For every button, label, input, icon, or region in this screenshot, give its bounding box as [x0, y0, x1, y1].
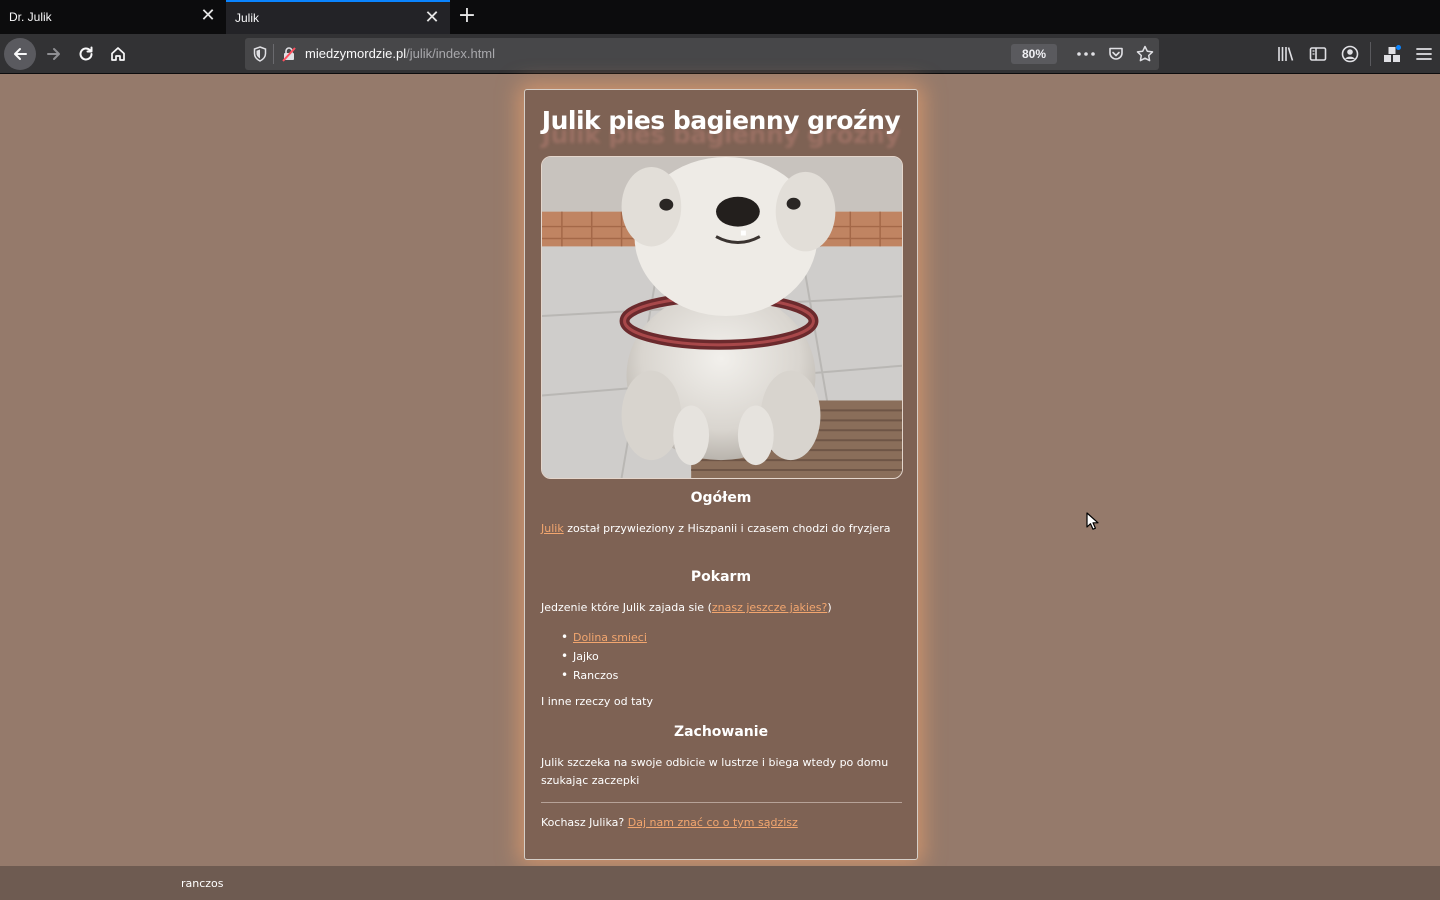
feedback-link[interactable]: Daj nam znać co o tym sądzisz [628, 816, 798, 829]
tab-julik[interactable]: Julik ✕ [226, 0, 450, 34]
library-icon[interactable] [1276, 44, 1296, 64]
address-bar[interactable]: miedzymordzie.pl/julik/index.html 80% [245, 38, 1159, 70]
url-text[interactable]: miedzymordzie.pl/julik/index.html [305, 46, 495, 61]
page-viewport: Julik pies bagienny groźny Ogółem Julik … [0, 75, 1440, 900]
food-outro: I inne rzeczy od taty [541, 695, 653, 708]
food-link-dolina[interactable]: Dolina smieci [573, 631, 647, 644]
close-icon[interactable]: ✕ [424, 9, 440, 27]
status-bar: ranczos [0, 866, 1440, 900]
suggest-food-link[interactable]: znasz jeszcze jakies? [712, 601, 827, 614]
back-button[interactable] [4, 38, 36, 70]
navigation-toolbar: miedzymordzie.pl/julik/index.html 80% [0, 34, 1440, 74]
general-text: został przywieziony z Hiszpanii i czasem… [563, 522, 891, 535]
new-tab-plus-icon[interactable]: + [456, 5, 478, 27]
bookmark-star-icon[interactable] [1135, 44, 1155, 64]
tab-dr-julik[interactable]: Dr. Julik ✕ [0, 0, 226, 34]
list-item[interactable]: Dolina smieci [561, 628, 881, 647]
shield-icon[interactable] [251, 45, 269, 63]
section-heading-general: Ogółem [690, 490, 752, 506]
tab-title: Dr. Julik [9, 10, 52, 24]
list-item: Jajko [561, 647, 881, 666]
tab-strip: Dr. Julik ✕ Julik ✕ + [0, 0, 1440, 34]
reload-button[interactable] [70, 38, 102, 70]
url-domain: miedzymordzie.pl [305, 46, 407, 61]
content-card: Julik pies bagienny groźny Ogółem Julik … [524, 89, 918, 860]
food-item-label: Ranczos [573, 669, 619, 682]
pocket-icon[interactable] [1107, 45, 1125, 63]
list-item: Ranczos [561, 666, 881, 685]
close-icon[interactable]: ✕ [200, 7, 216, 25]
general-paragraph: Julik został przywieziony z Hiszpanii i … [541, 520, 891, 538]
mouse-cursor-icon [1086, 512, 1099, 530]
food-item-label: Jajko [573, 650, 599, 663]
dog-photo [541, 156, 903, 479]
account-icon[interactable] [1340, 44, 1360, 64]
food-intro-text: Jedzenie które Julik zajada sie ( [541, 601, 712, 614]
tab-title: Julik [235, 11, 260, 25]
url-path: /julik/index.html [406, 46, 496, 61]
reload-icon [79, 46, 93, 61]
home-button[interactable] [102, 38, 134, 70]
section-heading-behavior: Zachowanie [673, 724, 769, 740]
horizontal-rule [541, 802, 902, 803]
page-actions-icon[interactable] [1075, 45, 1097, 63]
divider [1370, 42, 1371, 66]
feedback-text: Kochasz Julika? [541, 816, 628, 829]
forward-button[interactable] [38, 38, 70, 70]
food-intro-end: ) [827, 601, 832, 614]
hamburger-menu-icon[interactable] [1414, 44, 1434, 64]
julik-link[interactable]: Julik [541, 522, 564, 535]
extensions-icon[interactable] [1382, 44, 1402, 64]
arrow-right-icon [47, 48, 60, 60]
page-title: Julik pies bagienny groźny [541, 106, 901, 135]
behavior-paragraph: Julik szczeka na swoje odbicie w lustrze… [541, 756, 889, 787]
zoom-level-button[interactable]: 80% [1011, 44, 1057, 64]
food-list: Dolina smieci Jajko Ranczos [561, 628, 881, 685]
section-heading-food: Pokarm [690, 569, 752, 585]
sidebar-toggle-icon[interactable] [1308, 44, 1328, 64]
feedback-paragraph: Kochasz Julika? Daj nam znać co o tym są… [541, 814, 891, 832]
divider [273, 44, 274, 64]
status-text: ranczos [181, 877, 224, 890]
arrow-left-icon [14, 48, 27, 60]
home-icon [111, 47, 125, 61]
insecure-lock-icon[interactable] [280, 45, 298, 63]
food-intro: Jedzenie które Julik zajada sie (znasz j… [541, 599, 891, 617]
